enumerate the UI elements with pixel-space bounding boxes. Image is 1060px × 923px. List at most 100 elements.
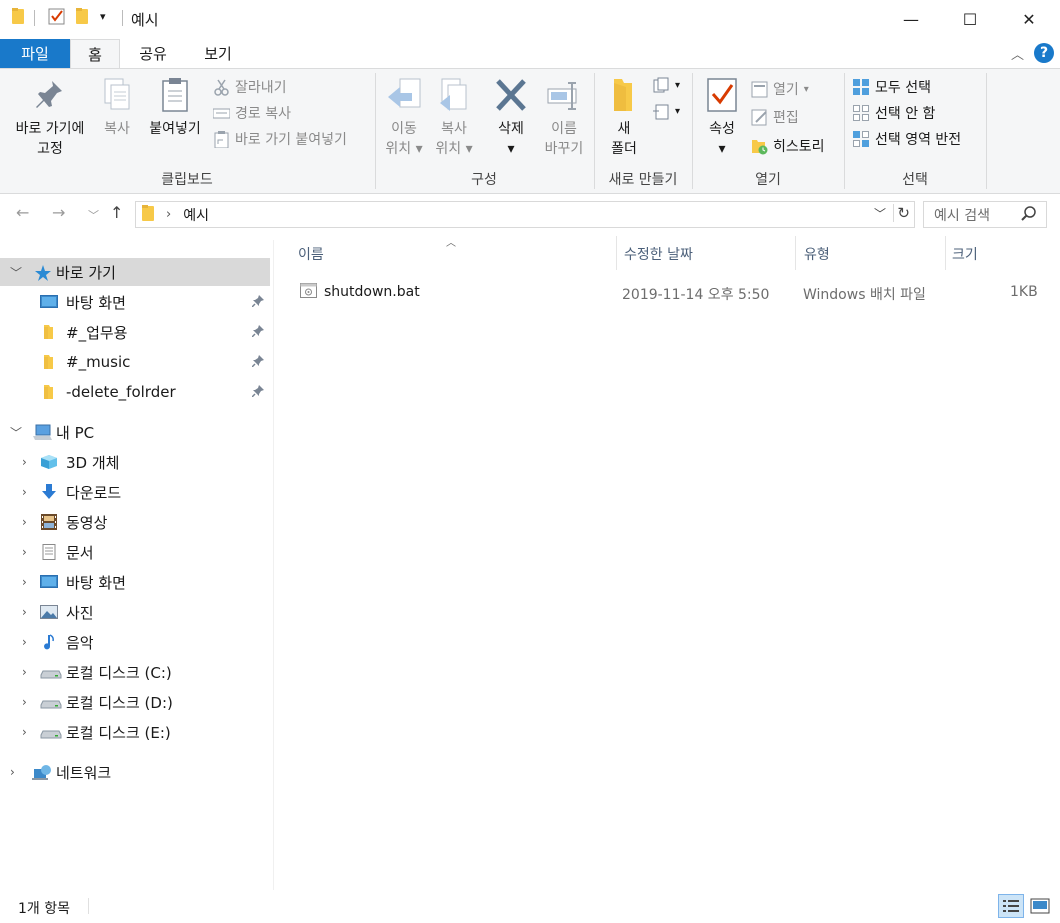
nav-item[interactable]: › 로컬 디스크 (C:) [0, 658, 270, 686]
copy-path-label: 경로 복사 [235, 106, 291, 122]
edit-button[interactable]: 편집 [751, 107, 799, 127]
search-box[interactable]: 예시 검색 [923, 201, 1047, 228]
collapse-chevron-icon[interactable]: › [22, 575, 27, 589]
details-view-button[interactable] [998, 894, 1024, 918]
cut-label: 잘라내기 [235, 80, 287, 96]
paste-shortcut-button[interactable]: 바로 가기 붙여넣기 [213, 129, 347, 149]
pin-to-quick-access-button[interactable]: 바로 가기에 고정 [6, 75, 94, 159]
collapse-chevron-icon[interactable]: › [22, 635, 27, 649]
tab-view[interactable]: 보기 [192, 39, 244, 68]
nav-item[interactable]: #_업무용 [0, 318, 270, 346]
pane-divider[interactable] [273, 240, 274, 890]
collapse-chevron-icon[interactable]: › [22, 455, 27, 469]
nav-item[interactable]: › 음악 [0, 628, 270, 656]
up-button[interactable]: ↑ [110, 203, 123, 222]
large-icons-view-button[interactable] [1027, 894, 1053, 918]
nav-item[interactable]: › 바탕 화면 [0, 568, 270, 596]
column-header-size[interactable]: 크기 [952, 244, 978, 264]
nav-this-pc[interactable]: ﹀ 내 PC [0, 418, 270, 446]
collapse-chevron-icon[interactable]: › [22, 665, 27, 679]
collapse-chevron-icon[interactable]: › [22, 515, 27, 529]
search-icon[interactable] [1021, 206, 1036, 225]
nav-item-label: 문서 [66, 543, 94, 562]
help-icon[interactable]: ? [1034, 43, 1054, 63]
breadcrumb-current[interactable]: 예시 [183, 205, 209, 225]
video-icon [40, 514, 58, 530]
delete-dropdown[interactable]: ▾ [488, 139, 534, 159]
back-button[interactable]: ← [16, 203, 29, 222]
collapse-chevron-icon[interactable]: › [22, 725, 27, 739]
tab-file[interactable]: 파일 [0, 39, 70, 68]
cut-button[interactable]: 잘라내기 [213, 77, 287, 97]
easy-access-button[interactable]: ▾ [653, 103, 680, 120]
close-button[interactable]: ✕ [1006, 0, 1052, 38]
pin-icon[interactable] [251, 324, 264, 340]
pin-icon[interactable] [251, 354, 264, 370]
nav-quick-access-label: 바로 가기 [56, 263, 116, 282]
address-dropdown-icon[interactable]: ﹀ [874, 205, 886, 222]
column-separator[interactable] [616, 236, 617, 270]
address-bar[interactable]: › 예시 ﹀ ↻ [135, 201, 915, 228]
nav-item[interactable]: › 동영상 [0, 508, 270, 536]
recent-locations-button[interactable]: ﹀ [88, 207, 99, 223]
new-folder-quick-button[interactable] [76, 8, 90, 24]
collapse-chevron-icon[interactable]: › [22, 485, 27, 499]
nav-quick-access[interactable]: ﹀ 바로 가기 [0, 258, 270, 286]
breadcrumb-chevron-icon[interactable]: › [166, 207, 171, 222]
refresh-icon[interactable]: ↻ [893, 204, 910, 222]
properties-button[interactable]: 속성 ▾ [701, 75, 743, 159]
collapse-chevron-icon[interactable]: › [10, 765, 15, 779]
file-row[interactable]: shutdown.bat 2019-11-14 오후 5:50 Windows … [296, 282, 1046, 304]
copy-to-button[interactable]: 복사 위치 ▾ [430, 75, 478, 159]
tab-share[interactable]: 공유 [128, 39, 178, 68]
column-separator[interactable] [945, 236, 946, 270]
delete-button[interactable]: 삭제 ▾ [488, 75, 534, 159]
customize-quick-access-button[interactable]: ▾ [100, 10, 106, 23]
collapse-chevron-icon[interactable]: › [22, 695, 27, 709]
delete-label: 삭제 [498, 121, 524, 137]
nav-item[interactable]: › 사진 [0, 598, 270, 626]
file-type: Windows 배치 파일 [803, 287, 926, 303]
select-all-button[interactable]: 모두 선택 [853, 77, 931, 97]
column-header-type[interactable]: 유형 [804, 244, 830, 264]
music-icon [40, 634, 58, 650]
column-separator[interactable] [795, 236, 796, 270]
invert-selection-button[interactable]: 선택 영역 반전 [853, 129, 961, 149]
history-button[interactable]: 히스토리 [751, 136, 825, 156]
nav-item[interactable]: › 3D 개체 [0, 448, 270, 476]
rename-button[interactable]: 이름 바꾸기 [540, 75, 588, 159]
nav-item[interactable]: 바탕 화면 [0, 288, 270, 316]
nav-item[interactable]: -delete_folrder [0, 378, 270, 406]
open-button[interactable]: 열기 ▾ [751, 79, 809, 99]
nav-item[interactable]: › 로컬 디스크 (D:) [0, 688, 270, 716]
move-to-button[interactable]: 이동 위치 ▾ [382, 75, 426, 159]
copy-button[interactable]: 복사 [96, 75, 138, 139]
collapse-chevron-icon[interactable]: › [22, 545, 27, 559]
minimize-button[interactable]: — [888, 0, 934, 38]
column-header-modified[interactable]: 수정한 날짜 [624, 244, 693, 264]
pin-icon[interactable] [251, 384, 264, 400]
nav-item[interactable]: #_music [0, 348, 270, 376]
new-folder-button[interactable]: 새 폴더 [603, 75, 645, 159]
nav-item[interactable]: › 로컬 디스크 (E:) [0, 718, 270, 746]
expand-chevron-icon[interactable]: ﹀ [10, 264, 22, 281]
nav-item[interactable]: › 다운로드 [0, 478, 270, 506]
properties-quick-button[interactable] [48, 8, 65, 25]
collapse-chevron-icon[interactable]: › [22, 605, 27, 619]
select-none-button[interactable]: 선택 안 함 [853, 103, 935, 123]
maximize-button[interactable]: ☐ [947, 0, 993, 38]
forward-button[interactable]: → [52, 203, 65, 222]
pin-icon[interactable] [251, 294, 264, 310]
nav-item[interactable]: › 문서 [0, 538, 270, 566]
collapse-ribbon-icon[interactable]: ︿ [1011, 44, 1024, 63]
paste-button[interactable]: 붙여넣기 [142, 75, 208, 139]
column-header-name[interactable]: 이름 [298, 244, 324, 264]
drive-icon [40, 664, 62, 680]
properties-dropdown[interactable]: ▾ [701, 139, 743, 159]
move-to-label-line1: 이동 [391, 121, 417, 137]
tab-home[interactable]: 홈 [70, 39, 120, 68]
nav-network[interactable]: › 네트워크 [0, 758, 270, 786]
new-item-button[interactable]: ▾ [653, 77, 680, 94]
expand-chevron-icon[interactable]: ﹀ [10, 424, 22, 441]
copy-path-button[interactable]: 경로 복사 [212, 103, 291, 123]
